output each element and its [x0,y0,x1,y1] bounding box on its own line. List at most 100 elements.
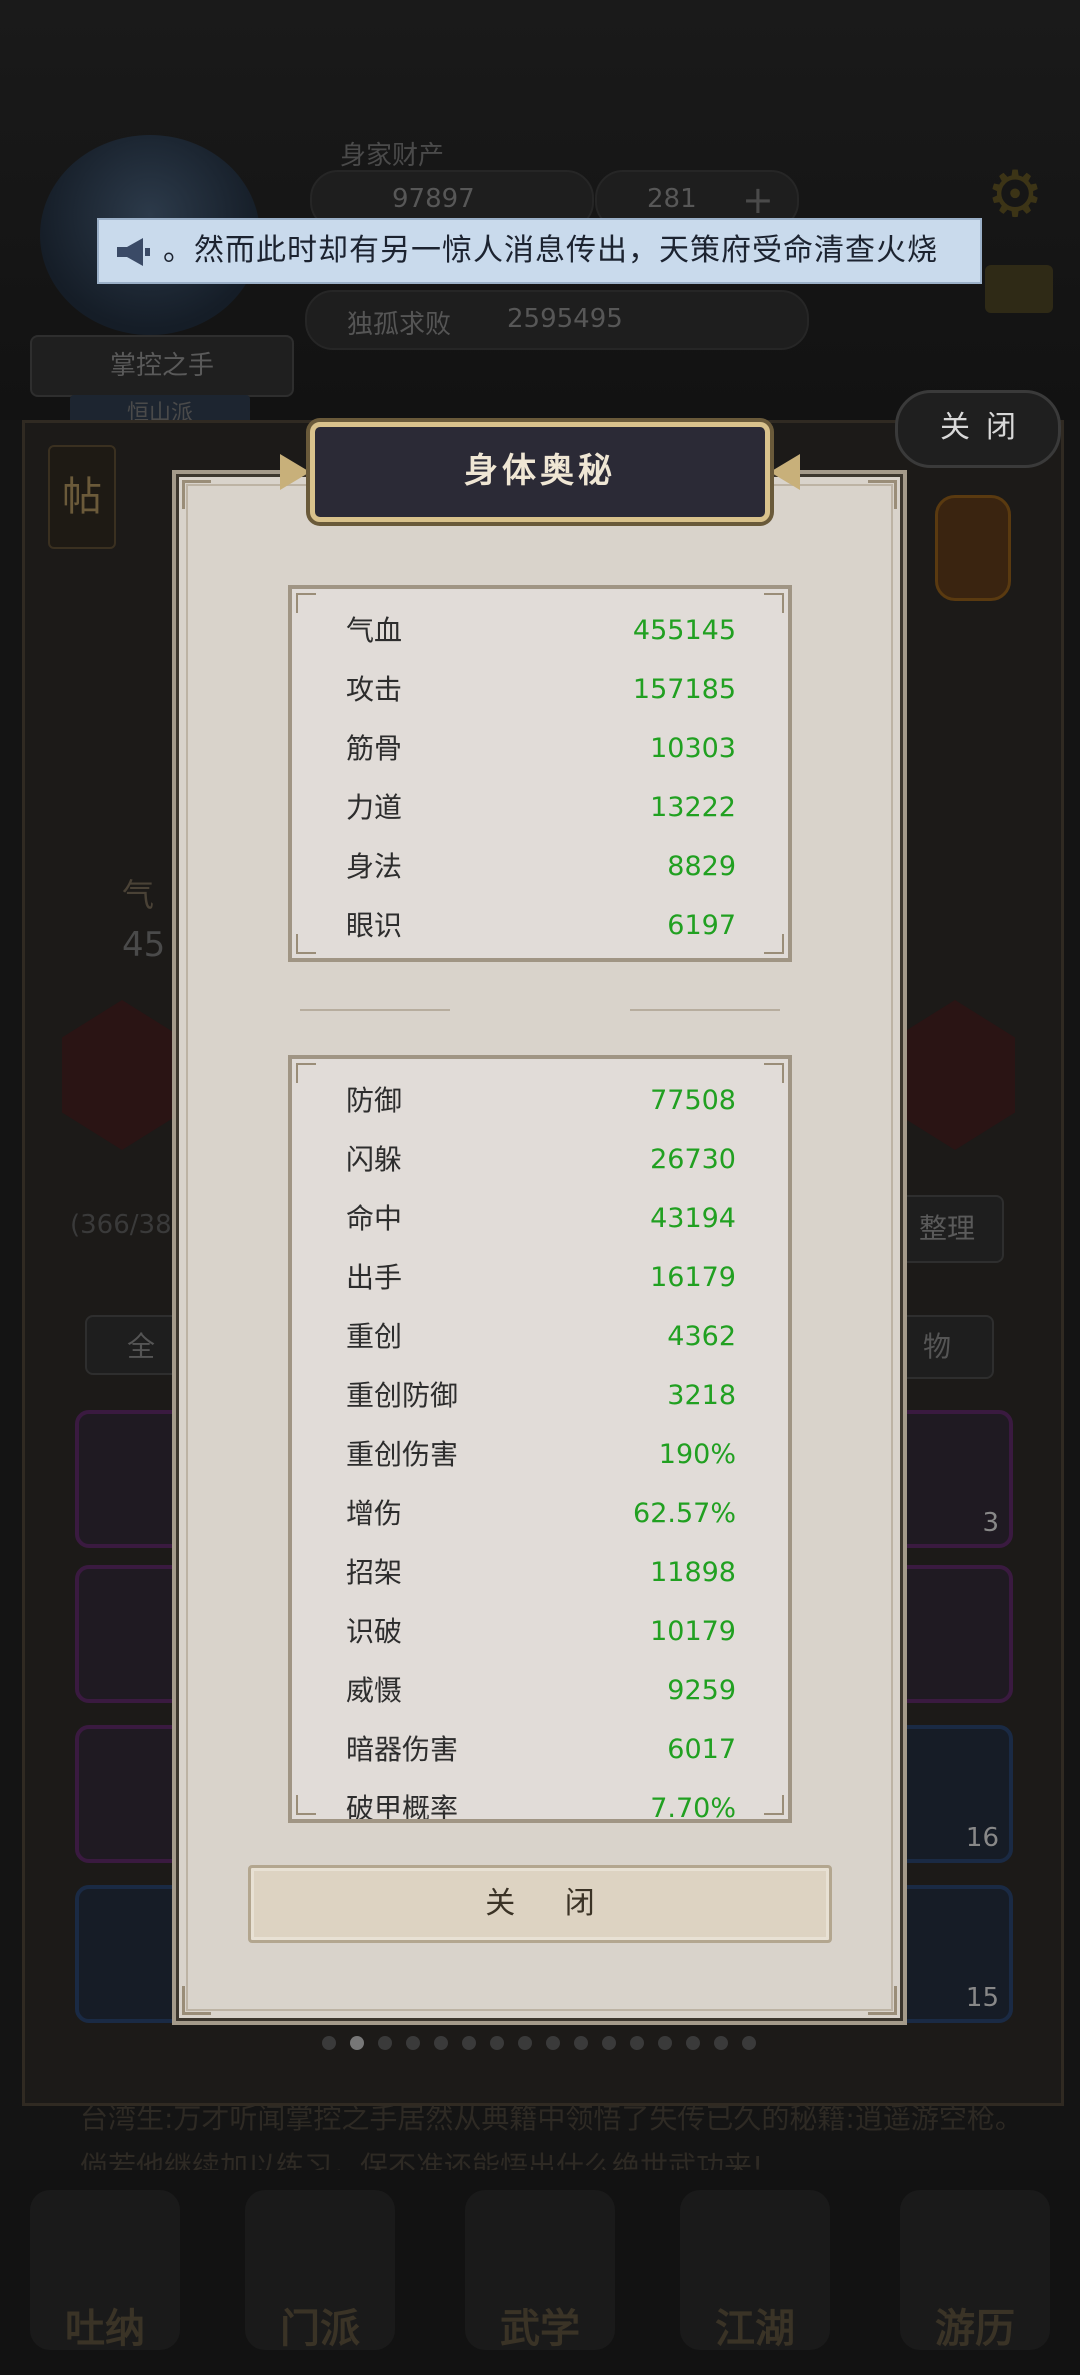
stat-value: 16179 [650,1262,736,1293]
stat-value: 13222 [650,792,736,823]
page-dot [518,2036,532,2050]
stat-name: 眼识 [346,909,403,942]
rank-pill: 独孤求败 2595495 [305,290,809,350]
stat-name: 重创防御 [346,1379,459,1412]
modal-title: 身体奥秘 [464,451,616,491]
stat-row: 气血 455145 [292,602,788,660]
page-dot [686,2036,700,2050]
stat-value: 4362 [667,1321,736,1352]
stat-row: 出手 16179 [292,1249,788,1307]
stat-name: 防御 [346,1084,403,1117]
tidy-button[interactable]: 整理 [890,1195,1004,1263]
nav-breath[interactable]: 吐纳 [30,2190,180,2352]
nav-sect[interactable]: 门派 [245,2190,395,2352]
stat-row: 力道 13222 [292,779,788,837]
stat-row: 筋骨 10303 [292,720,788,778]
corner-ornament [868,1986,897,2015]
nav-label: 游历 [935,2306,1015,2352]
stat-row: 重创防御 3218 [292,1367,788,1425]
settings-gear-icon[interactable]: ⚙ [980,160,1050,230]
item-count: 15 [965,1983,999,2013]
stat-row: 重创伤害 190% [292,1426,788,1484]
stat-value: 190% [658,1439,736,1470]
divider-line [630,1009,780,1011]
stat-name: 暗器伤害 [346,1733,459,1766]
mail-icon[interactable] [985,265,1053,313]
item-count: 16 [965,1823,999,1853]
rank-value: 2595495 [507,304,623,334]
stat-row: 闪躲 26730 [292,1131,788,1189]
stat-value: 43194 [650,1203,736,1234]
announcement-banner: 。然而此时却有另一惊人消息传出，天策府受命清查火烧 [97,218,982,284]
item-count: 3 [982,1508,999,1538]
stat-value: 8829 [667,851,736,882]
nav-label: 吐纳 [65,2306,145,2352]
page-indicator [315,2035,775,2051]
page-dot [658,2036,672,2050]
nav-martial[interactable]: 武学 [465,2190,615,2352]
nav-travel[interactable]: 游历 [900,2190,1050,2352]
corner-ornament [182,1986,211,2015]
lantern-icon[interactable] [935,495,1011,601]
stat-name: 重创伤害 [346,1438,459,1471]
stat-name: 闪躲 [346,1143,403,1176]
announcement-text: 。然而此时却有另一惊人消息传出，天策府受命清查火烧 [163,233,938,268]
nav-jianghu[interactable]: 江湖 [680,2190,830,2352]
corner-ornament [182,480,211,509]
invitation-icon[interactable]: 帖 [48,445,116,549]
nav-label: 江湖 [715,2306,795,2352]
page-dot [350,2036,364,2050]
partial-stat-value: 45 [122,925,166,965]
stat-name: 攻击 [346,673,403,706]
stat-name: 气血 [346,614,403,647]
page-dot [574,2036,588,2050]
page-dot [434,2036,448,2050]
stat-name: 身法 [346,850,403,883]
stat-row: 威慑 9259 [292,1662,788,1720]
stat-row: 增伤 62.57% [292,1485,788,1543]
page-dot [462,2036,476,2050]
stat-row: 防御 77508 [292,1072,788,1130]
coins-value: 97897 [392,184,475,214]
nav-label: 门派 [280,2306,360,2352]
megaphone-icon [117,238,150,266]
close-panel-button[interactable]: 关闭 [895,390,1061,468]
stat-row: 识破 10179 [292,1603,788,1661]
stat-name: 增伤 [346,1497,403,1530]
add-gems-icon[interactable]: + [742,178,774,222]
stat-name: 威慑 [346,1674,403,1707]
stat-name: 出手 [346,1261,403,1294]
page-dot [378,2036,392,2050]
stat-name: 力道 [346,791,403,824]
stat-name: 重创 [346,1320,403,1353]
stat-value: 10303 [650,733,736,764]
page-dot [406,2036,420,2050]
modal-title-plate: 身体奥秘 [310,422,770,522]
stat-value: 11898 [650,1557,736,1588]
stat-row: 身法 8829 [292,838,788,896]
stat-value: 10179 [650,1616,736,1647]
rank-label: 独孤求败 [347,310,452,340]
resource-title: 身家财产 [340,141,445,171]
page-dot [714,2036,728,2050]
stat-value: 77508 [650,1085,736,1116]
page-dot [602,2036,616,2050]
stat-value: 62.57% [633,1498,736,1529]
stat-row: 破甲概率 7.70% [292,1780,788,1823]
stat-value: 6017 [667,1734,736,1765]
stat-name: 命中 [346,1202,403,1235]
page-dot [490,2036,504,2050]
stat-row: 暗器伤害 6017 [292,1721,788,1779]
page-dot [546,2036,560,2050]
modal-close-button[interactable]: 关 闭 [248,1865,832,1943]
section-divider [290,1004,790,1016]
skill-name-plate: 掌控之手 [30,335,294,397]
stat-value: 157185 [632,674,736,705]
advanced-stats-box[interactable]: 防御 77508 闪躲 26730 命中 43194 出手 16179 重创 4362 重… [288,1055,792,1823]
stat-row: 眼识 6197 [292,897,788,955]
stat-row: 招架 11898 [292,1544,788,1602]
stat-name: 破甲概率 [346,1792,459,1823]
stat-name: 识破 [346,1615,403,1648]
partial-stat-label: 气 [122,876,155,914]
stat-value: 7.70% [650,1793,736,1823]
